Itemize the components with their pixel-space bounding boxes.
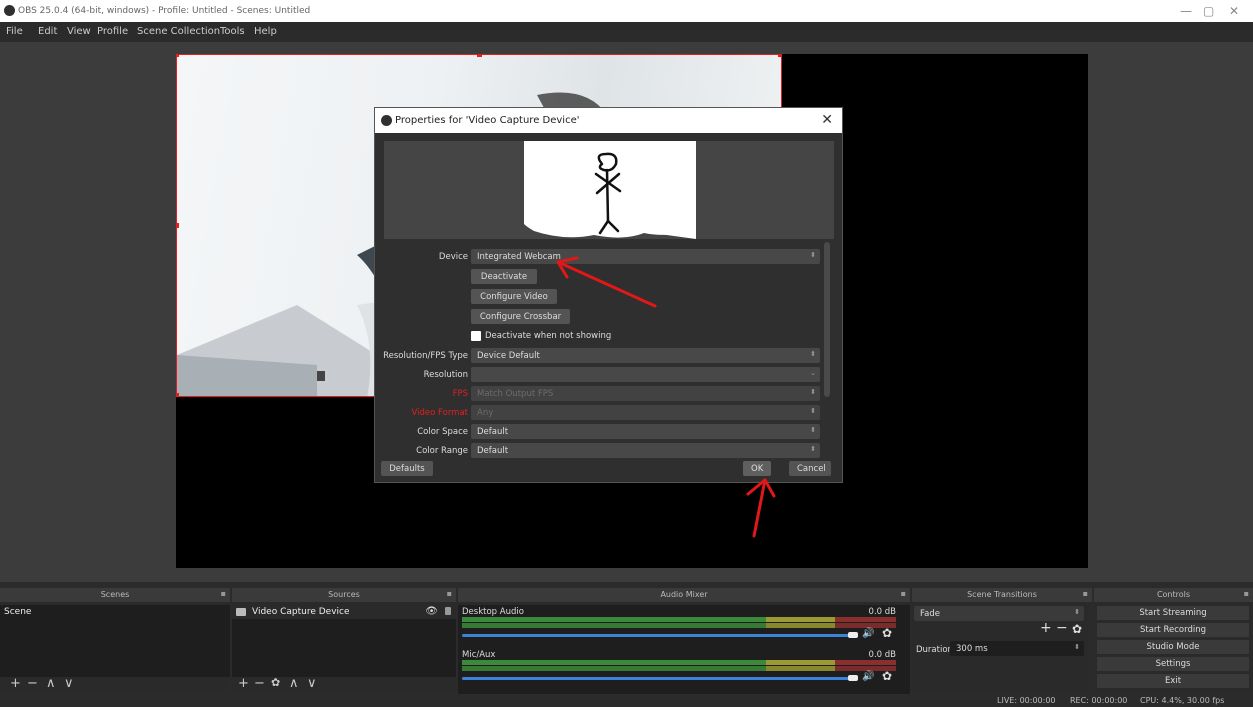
volume-meter <box>462 660 896 665</box>
speaker-icon[interactable]: 🔊 <box>862 628 874 639</box>
eye-icon[interactable]: 👁 <box>425 606 438 617</box>
controls-dock: Controls ▪ Start Streaming Start Recordin… <box>1094 588 1253 694</box>
volume-slider[interactable] <box>462 634 856 637</box>
scenes-dock-header: Scenes ▪ <box>0 588 230 602</box>
transitions-body: Fade ⬍ + − ✿ Duration 300 ms ⬍ <box>912 605 1092 677</box>
duration-spinbox[interactable]: 300 ms ⬍ <box>950 641 1084 656</box>
scenes-dock: Scenes ▪ Scene + − ∧ ∨ <box>0 588 230 694</box>
audio-mixer-title: Audio Mixer <box>660 590 708 599</box>
rec-time: REC: 00:00:00 <box>1070 696 1128 705</box>
remove-source-icon[interactable]: − <box>254 676 265 691</box>
add-source-icon[interactable]: + <box>238 676 249 691</box>
scenes-title: Scenes <box>100 590 130 599</box>
studio-mode-button[interactable]: Studio Mode <box>1097 640 1249 654</box>
channel-name: Mic/Aux <box>462 650 496 660</box>
move-down-icon[interactable]: ∨ <box>307 676 317 691</box>
duration-value: 300 ms <box>956 644 988 654</box>
add-scene-icon[interactable]: + <box>10 676 21 691</box>
gear-icon[interactable]: ✿ <box>882 669 892 683</box>
scenes-toolbar: + − ∧ ∨ <box>0 676 230 694</box>
sources-toolbar: + − ✿ ∧ ∨ <box>232 676 456 694</box>
audio-mixer-header: Audio Mixer ▪ <box>458 588 910 602</box>
volume-meter <box>462 666 896 671</box>
cpu-fps: CPU: 4.4%, 30.00 fps <box>1140 696 1225 705</box>
start-recording-button[interactable]: Start Recording <box>1097 623 1249 637</box>
scene-transitions-dock: Scene Transitions ▪ Fade ⬍ + − ✿ Duration… <box>912 588 1092 694</box>
move-down-icon[interactable]: ∨ <box>64 676 74 691</box>
sources-dock-header: Sources ▪ <box>232 588 456 602</box>
move-up-icon[interactable]: ∧ <box>289 676 299 691</box>
channel-name: Desktop Audio <box>462 607 524 617</box>
list-item[interactable]: Scene <box>0 605 230 619</box>
mixer-channels: Desktop Audio 0.0 dB 🔊 ✿ Mic/Aux 0.0 dB … <box>458 605 910 694</box>
spin-arrows-icon: ⬍ <box>1074 643 1080 651</box>
spin-arrows-icon: ⬍ <box>1074 608 1080 616</box>
gear-icon[interactable]: ✿ <box>1072 622 1082 636</box>
add-transition-icon[interactable]: + <box>1040 620 1052 636</box>
volume-slider[interactable] <box>462 677 856 680</box>
live-time: LIVE: 00:00:00 <box>997 696 1056 705</box>
volume-slider-handle[interactable] <box>848 632 858 638</box>
scenes-list: Scene <box>0 605 230 677</box>
transition-select[interactable]: Fade ⬍ <box>914 606 1084 621</box>
channel-db: 0.0 dB <box>868 650 896 660</box>
audio-mixer-dock: Audio Mixer ▪ Desktop Audio 0.0 dB 🔊 ✿ Mi… <box>458 588 910 694</box>
sources-dock: Sources ▪ Video Capture Device 👁 + − ✿ ∧ … <box>232 588 456 694</box>
volume-meter <box>462 623 896 628</box>
duration-label: Duration <box>916 645 953 655</box>
lock-icon[interactable] <box>445 607 451 615</box>
settings-button[interactable]: Settings <box>1097 657 1249 671</box>
remove-scene-icon[interactable]: − <box>27 676 38 691</box>
dock-float-icon[interactable]: ▪ <box>1083 589 1088 598</box>
transition-value: Fade <box>920 609 940 619</box>
volume-meter <box>462 617 896 622</box>
start-streaming-button[interactable]: Start Streaming <box>1097 606 1249 620</box>
volume-slider-handle[interactable] <box>848 675 858 681</box>
dock-float-icon[interactable]: ▪ <box>221 589 226 598</box>
move-up-icon[interactable]: ∧ <box>46 676 56 691</box>
dock-float-icon[interactable]: ▪ <box>1244 589 1249 598</box>
channel-db: 0.0 dB <box>868 607 896 617</box>
scene-transitions-title: Scene Transitions <box>967 590 1037 599</box>
dock-float-icon[interactable]: ▪ <box>901 589 906 598</box>
camera-icon <box>236 608 246 616</box>
status-bar: LIVE: 00:00:00 REC: 00:00:00 CPU: 4.4%, … <box>0 696 1253 707</box>
controls-title: Controls <box>1156 590 1191 599</box>
sources-title: Sources <box>328 590 360 599</box>
source-name: Video Capture Device <box>252 607 350 617</box>
scene-transitions-header: Scene Transitions ▪ <box>912 588 1092 602</box>
gear-icon[interactable]: ✿ <box>271 676 280 689</box>
controls-header: Controls ▪ <box>1094 588 1253 602</box>
gear-icon[interactable]: ✿ <box>882 626 892 640</box>
speaker-icon[interactable]: 🔊 <box>862 671 874 682</box>
list-item[interactable]: Video Capture Device 👁 <box>232 605 456 619</box>
remove-transition-icon[interactable]: − <box>1056 620 1068 636</box>
dock-float-icon[interactable]: ▪ <box>447 589 452 598</box>
sources-list: Video Capture Device 👁 <box>232 605 456 677</box>
exit-button[interactable]: Exit <box>1097 674 1249 688</box>
